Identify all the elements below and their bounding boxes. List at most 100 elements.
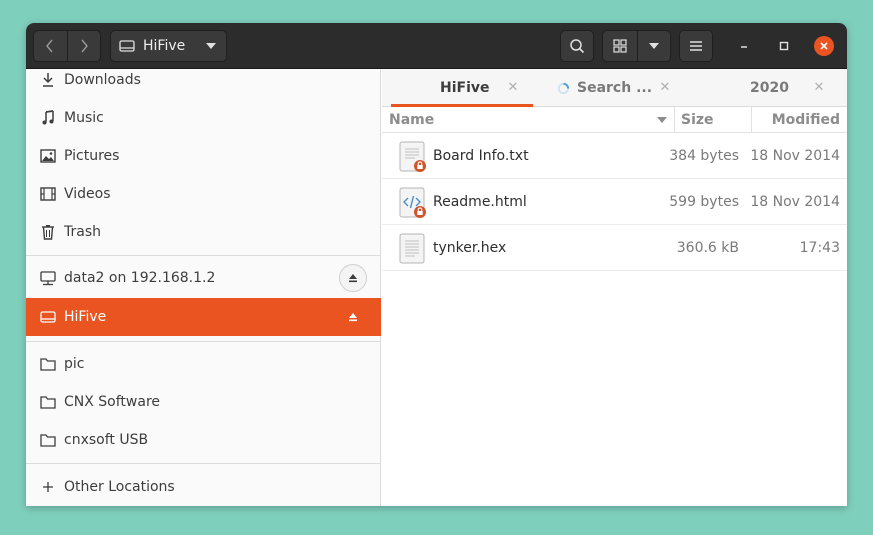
trash-icon <box>38 222 58 242</box>
chevron-right-icon <box>81 39 88 53</box>
sidebar-item-label: Pictures <box>64 148 120 164</box>
maximize-button[interactable] <box>774 36 794 56</box>
file-size: 360.6 kB <box>676 240 739 256</box>
sort-down-icon <box>657 117 667 123</box>
sidebar-item-label: Downloads <box>64 72 141 88</box>
column-header-size[interactable]: Size <box>681 107 714 133</box>
download-icon <box>38 70 58 90</box>
close-icon <box>820 42 828 50</box>
file-name: tynker.hex <box>433 240 507 256</box>
sidebar-item-label: Videos <box>64 186 111 202</box>
file-manager-window: HiFive Downloads Music Pictures Videos T… <box>26 23 847 506</box>
sidebar-item-other-locations[interactable]: Other Locations <box>26 468 381 506</box>
column-header-row: Name Size Modified <box>382 107 847 133</box>
menu-button[interactable] <box>679 30 713 62</box>
sidebar-item-label: Other Locations <box>64 479 175 495</box>
file-name: Readme.html <box>433 194 527 210</box>
sidebar-item-label: Music <box>64 110 104 126</box>
tab-search[interactable]: Search ... <box>557 69 652 107</box>
tab-label: 2020 <box>750 80 789 96</box>
eject-icon <box>349 274 357 283</box>
close-button[interactable] <box>814 36 834 56</box>
column-divider <box>674 107 675 133</box>
grid-icon <box>613 39 627 53</box>
sidebar-item-downloads[interactable]: Downloads <box>26 61 381 99</box>
text-file-icon <box>399 233 425 264</box>
tab-hifive[interactable]: HiFive <box>440 69 490 107</box>
sidebar: Downloads Music Pictures Videos Trash da… <box>26 69 381 506</box>
tab-close-icon[interactable]: ✕ <box>658 80 672 95</box>
sidebar-item-data2-network[interactable]: data2 on 192.168.1.2 <box>26 259 381 297</box>
tab-bar: HiFive ✕ Search ... ✕ 2020 ✕ <box>382 69 847 107</box>
caret-down-icon <box>206 43 216 49</box>
sidebar-item-label: pic <box>64 356 85 372</box>
network-drive-icon <box>38 268 58 288</box>
location-button[interactable]: HiFive <box>110 30 227 62</box>
sidebar-separator <box>26 463 381 464</box>
film-icon <box>38 184 58 204</box>
plus-icon <box>38 477 58 497</box>
sidebar-separator <box>26 341 381 342</box>
folder-icon <box>38 392 58 412</box>
folder-icon <box>38 354 58 374</box>
eject-button[interactable] <box>339 264 367 292</box>
sidebar-item-music[interactable]: Music <box>26 99 381 137</box>
file-modified: 18 Nov 2014 <box>750 148 840 164</box>
tab-close-icon[interactable]: ✕ <box>812 80 826 95</box>
file-size: 384 bytes <box>669 148 739 164</box>
tab-close-icon[interactable]: ✕ <box>506 80 520 95</box>
sidebar-item-pictures[interactable]: Pictures <box>26 137 381 175</box>
sidebar-item-cnxsoft-usb[interactable]: cnxsoft USB <box>26 421 381 459</box>
folder-icon <box>38 430 58 450</box>
grid-view-button[interactable] <box>603 31 637 61</box>
sidebar-item-cnx-software[interactable]: CNX Software <box>26 383 381 421</box>
sidebar-item-videos[interactable]: Videos <box>26 175 381 213</box>
sidebar-item-label: Trash <box>64 224 101 240</box>
view-options-button[interactable] <box>636 31 671 61</box>
eject-button[interactable] <box>339 303 367 331</box>
file-modified: 18 Nov 2014 <box>750 194 840 210</box>
removable-drive-icon <box>38 307 58 327</box>
file-row[interactable]: tynker.hex 360.6 kB 17:43 <box>382 225 847 271</box>
sidebar-item-label: cnxsoft USB <box>64 432 149 448</box>
spinner-icon <box>557 82 570 94</box>
column-header-name[interactable]: Name <box>389 107 674 133</box>
forward-button[interactable] <box>66 31 100 61</box>
music-note-icon <box>38 108 58 128</box>
column-header-modified[interactable]: Modified <box>772 107 840 133</box>
text-file-locked-icon <box>399 141 426 172</box>
tab-2020[interactable]: 2020 <box>750 69 789 107</box>
sidebar-item-label: HiFive <box>64 309 107 325</box>
back-button[interactable] <box>34 31 67 61</box>
file-modified: 17:43 <box>799 240 840 256</box>
sidebar-item-pic[interactable]: pic <box>26 345 381 383</box>
sidebar-separator <box>26 255 381 256</box>
drive-icon <box>119 40 135 52</box>
tab-label: HiFive <box>440 80 490 96</box>
column-divider <box>751 107 752 133</box>
search-button[interactable] <box>560 30 594 62</box>
file-row[interactable]: Readme.html 599 bytes 18 Nov 2014 <box>382 179 847 225</box>
sidebar-item-label: CNX Software <box>64 394 161 410</box>
sidebar-item-trash[interactable]: Trash <box>26 213 381 251</box>
search-icon <box>570 39 585 54</box>
location-label: HiFive <box>143 38 186 54</box>
maximize-icon <box>779 41 789 51</box>
picture-icon <box>38 146 58 166</box>
sidebar-item-hifive[interactable]: HiFive <box>26 298 381 336</box>
minimize-button[interactable] <box>734 36 754 56</box>
hamburger-icon <box>690 41 702 51</box>
sidebar-item-label: data2 on 192.168.1.2 <box>64 270 216 286</box>
file-size: 599 bytes <box>669 194 739 210</box>
file-name: Board Info.txt <box>433 148 529 164</box>
tab-label: Search ... <box>577 80 653 96</box>
caret-down-icon <box>648 43 659 49</box>
html-file-locked-icon <box>399 187 426 218</box>
file-row[interactable]: Board Info.txt 384 bytes 18 Nov 2014 <box>382 133 847 179</box>
main-pane: HiFive ✕ Search ... ✕ 2020 ✕ Name Size M… <box>382 69 847 506</box>
minimize-icon <box>741 46 747 48</box>
navigation-button-group <box>33 30 101 62</box>
chevron-left-icon <box>46 39 54 53</box>
view-button-group <box>602 30 671 62</box>
eject-icon <box>349 313 357 322</box>
